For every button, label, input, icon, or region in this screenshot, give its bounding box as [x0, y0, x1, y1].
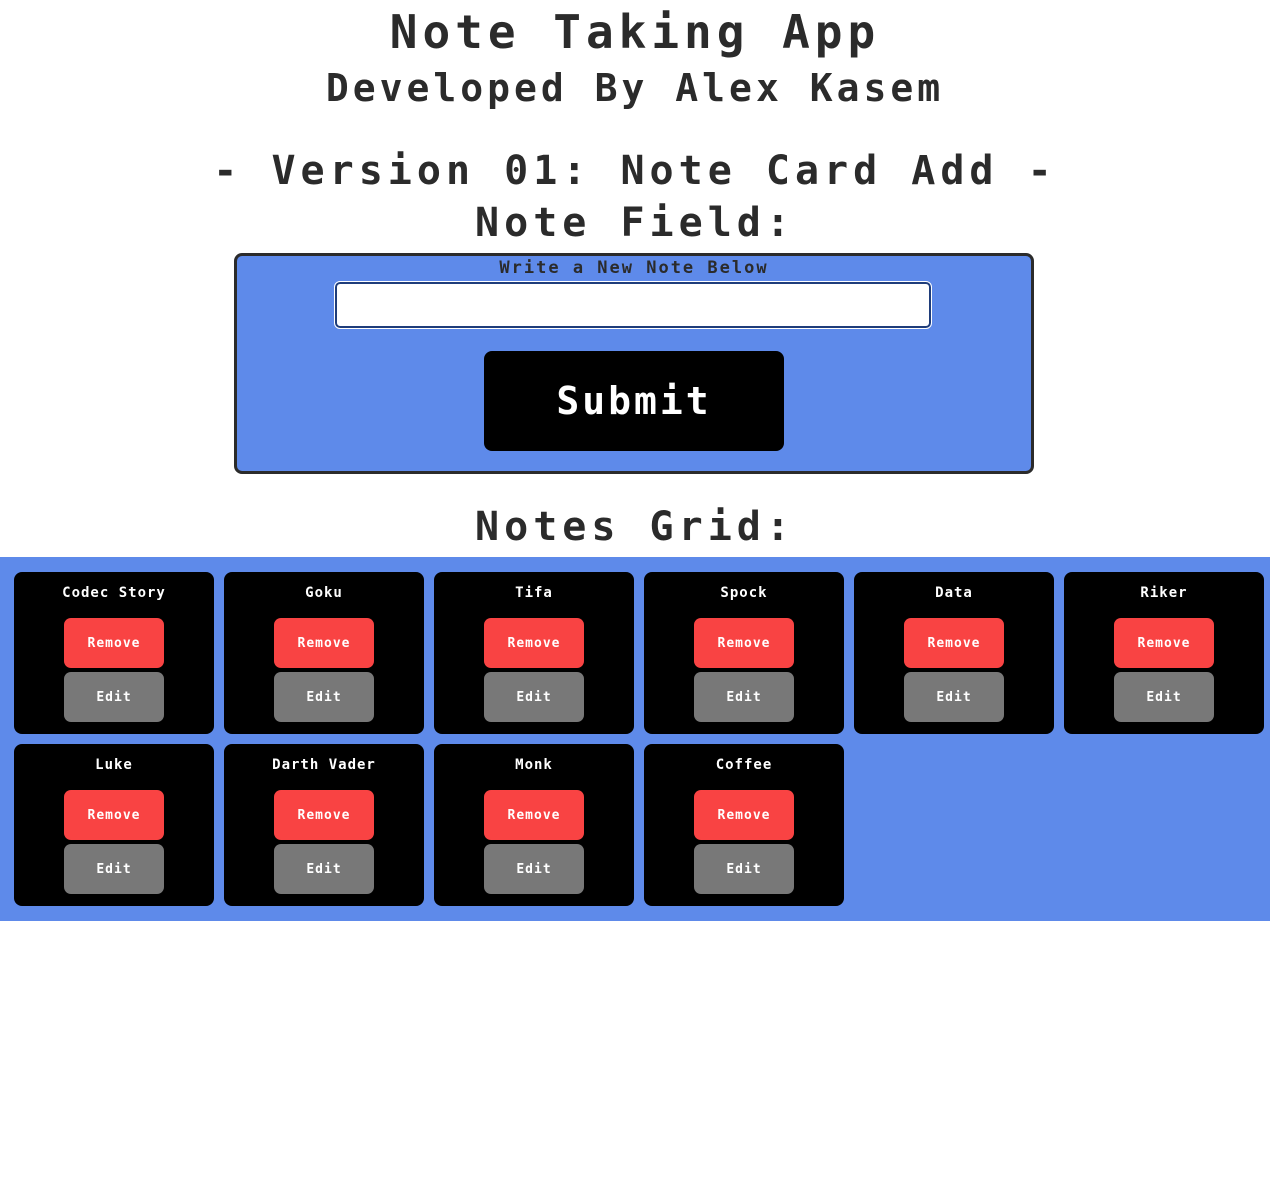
remove-button[interactable]: Remove — [484, 790, 584, 840]
note-title: Codec Story — [62, 585, 166, 601]
edit-button[interactable]: Edit — [484, 844, 584, 894]
edit-button[interactable]: Edit — [694, 672, 794, 722]
remove-button[interactable]: Remove — [274, 790, 374, 840]
note-card: Codec Story Remove Edit — [14, 572, 214, 734]
note-card: Spock Remove Edit — [644, 572, 844, 734]
note-title: Luke — [95, 757, 133, 773]
edit-button[interactable]: Edit — [274, 672, 374, 722]
note-card: Monk Remove Edit — [434, 744, 634, 906]
note-card: Tifa Remove Edit — [434, 572, 634, 734]
note-card: Data Remove Edit — [854, 572, 1054, 734]
edit-button[interactable]: Edit — [64, 844, 164, 894]
remove-button[interactable]: Remove — [64, 790, 164, 840]
note-card: Coffee Remove Edit — [644, 744, 844, 906]
note-card: Luke Remove Edit — [14, 744, 214, 906]
note-title: Riker — [1140, 585, 1188, 601]
note-form: Write a New Note Below Submit — [234, 253, 1034, 474]
notes-grid-heading: Notes Grid: — [475, 504, 795, 550]
remove-button[interactable]: Remove — [274, 618, 374, 668]
edit-button[interactable]: Edit — [694, 844, 794, 894]
note-title: Data — [935, 585, 973, 601]
notes-grid: Codec Story Remove Edit Goku Remove Edit… — [0, 557, 1270, 921]
edit-button[interactable]: Edit — [274, 844, 374, 894]
app-subtitle: Developed By Alex Kasem — [325, 66, 945, 110]
note-input-label: Write a New Note Below — [499, 258, 769, 278]
remove-button[interactable]: Remove — [484, 618, 584, 668]
note-field-heading: Note Field: — [475, 200, 795, 246]
note-title: Darth Vader — [272, 757, 376, 773]
remove-button[interactable]: Remove — [694, 618, 794, 668]
app-title: Note Taking App — [389, 5, 881, 59]
submit-button[interactable]: Submit — [484, 351, 784, 451]
note-title: Tifa — [515, 585, 553, 601]
version-title: - Version 01: Note Card Add - — [213, 148, 1057, 194]
note-input[interactable] — [334, 281, 932, 329]
note-title: Coffee — [715, 757, 773, 773]
remove-button[interactable]: Remove — [64, 618, 164, 668]
edit-button[interactable]: Edit — [484, 672, 584, 722]
remove-button[interactable]: Remove — [1114, 618, 1214, 668]
note-title: Spock — [720, 585, 768, 601]
note-title: Goku — [305, 585, 343, 601]
note-card: Riker Remove Edit — [1064, 572, 1264, 734]
edit-button[interactable]: Edit — [1114, 672, 1214, 722]
edit-button[interactable]: Edit — [904, 672, 1004, 722]
note-card: Goku Remove Edit — [224, 572, 424, 734]
edit-button[interactable]: Edit — [64, 672, 164, 722]
note-title: Monk — [515, 757, 553, 773]
remove-button[interactable]: Remove — [904, 618, 1004, 668]
note-card: Darth Vader Remove Edit — [224, 744, 424, 906]
remove-button[interactable]: Remove — [694, 790, 794, 840]
